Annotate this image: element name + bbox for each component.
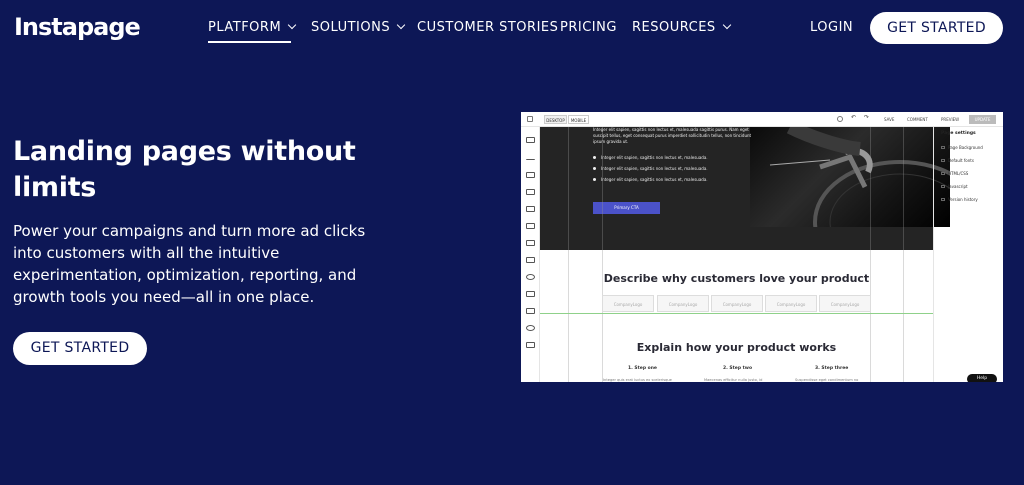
step-title: 1. Step one — [628, 366, 657, 371]
nav-solutions-label: SOLUTIONS — [311, 20, 391, 35]
preview-button[interactable]: PREVIEW — [941, 117, 959, 122]
update-button[interactable]: UPDATE — [969, 115, 996, 124]
preview-bullet: Integer elit sapien, sagittis non lectus… — [593, 177, 708, 182]
redo-icon[interactable]: ↷ — [864, 114, 869, 121]
instapage-logo[interactable]: Instapage — [14, 13, 141, 41]
nav-platform[interactable]: PLATFORM — [208, 20, 297, 35]
step-text: Suspendisse eget condimentum no — [795, 378, 859, 382]
help-circle-icon[interactable] — [837, 116, 843, 122]
top-nav: Instapage PLATFORM SOLUTIONS CUSTOMER ST… — [0, 0, 1024, 56]
html-icon[interactable] — [526, 308, 535, 314]
nav-platform-label: PLATFORM — [208, 20, 282, 35]
image-icon[interactable] — [526, 223, 535, 229]
chevron-down-icon — [287, 20, 297, 30]
settings-icon — [941, 185, 945, 188]
comment-button[interactable]: COMMENT — [907, 117, 928, 122]
button-icon[interactable] — [526, 206, 535, 212]
step-title: 2. Step two — [723, 366, 753, 371]
undo-icon[interactable]: ↶ — [851, 114, 856, 121]
page-settings-heading: Page settings — [941, 131, 976, 136]
circle-icon[interactable] — [526, 274, 535, 280]
company-logo: CompanyLogo — [765, 295, 817, 312]
primary-cta-button[interactable]: Primary CTA — [593, 202, 660, 214]
settings-icon — [941, 198, 945, 201]
company-logo: CompanyLogo — [711, 295, 763, 312]
chevron-down-icon — [396, 20, 406, 30]
login-link[interactable]: LOGIN — [810, 20, 853, 35]
preview-bullet: Integer elit sapien, sagittis non lectus… — [593, 166, 708, 171]
settings-icon — [941, 146, 945, 149]
nav-resources-label: RESOURCES — [632, 20, 716, 35]
nav-active-underline — [208, 41, 291, 43]
settings-icon — [941, 172, 945, 175]
settings-item[interactable]: Version history — [941, 197, 978, 202]
mobile-toggle[interactable]: MOBILE — [568, 115, 589, 124]
preview-paragraph: Integer elit sapien, sagittis non lectus… — [593, 127, 752, 144]
company-logo: CompanyLogo — [602, 295, 654, 312]
step-text: Maecenas efficitur nulla justo, id — [704, 378, 763, 382]
nav-pricing[interactable]: PRICING — [560, 20, 617, 35]
settings-item[interactable]: Default fonts — [941, 158, 974, 163]
paragraph-icon[interactable] — [526, 172, 535, 178]
page-settings-panel: Page settings Page Background Default fo… — [933, 127, 1003, 382]
hero-get-started-button[interactable]: GET STARTED — [13, 332, 147, 365]
alignment-guide — [540, 313, 933, 314]
section-title-how-it-works: Explain how your product works — [636, 341, 837, 354]
nav-solutions[interactable]: SOLUTIONS — [311, 20, 406, 35]
desktop-toggle[interactable]: DESKTOP — [544, 115, 567, 124]
bicycle-image — [769, 127, 950, 227]
chevron-down-icon — [722, 20, 731, 30]
settings-item[interactable]: Page Background — [941, 145, 983, 150]
preview-bullet: Integer elit sapien, sagittis non lectus… — [593, 155, 708, 160]
hero-section-preview: Integer elit sapien, sagittis non lectus… — [540, 127, 950, 250]
nav-customer-stories-label: CUSTOMER STORIES — [417, 20, 559, 35]
nav-pricing-label: PRICING — [560, 20, 617, 35]
settings-item[interactable]: HTML/CSS — [941, 171, 968, 176]
hero-title: Landing pages without limits — [13, 136, 356, 203]
panel-icon — [527, 116, 533, 122]
headline-icon[interactable] — [526, 154, 535, 160]
form-icon[interactable] — [526, 189, 535, 195]
nav-customer-stories[interactable]: CUSTOMER STORIES — [417, 20, 558, 35]
settings-label: HTML/CSS — [948, 171, 969, 176]
settings-label: Version history — [948, 197, 978, 202]
step-title: 3. Step three — [815, 366, 849, 371]
company-logo: CompanyLogo — [657, 295, 709, 312]
box-icon[interactable] — [526, 257, 535, 263]
settings-label: Page Background — [948, 145, 983, 150]
cyclist-photo — [750, 127, 950, 227]
video-icon[interactable] — [526, 240, 535, 246]
column-icon[interactable] — [526, 291, 535, 297]
settings-icon — [941, 159, 945, 162]
nav-get-started-button[interactable]: GET STARTED — [870, 12, 1003, 44]
section-title-customers: Describe why customers love your product — [603, 272, 870, 285]
settings-item[interactable]: Javascript — [941, 184, 968, 189]
nav-resources[interactable]: RESOURCES — [632, 20, 731, 35]
section-icon[interactable] — [526, 137, 535, 143]
editor-sidebar — [521, 127, 540, 382]
editor-toolbar: DESKTOP MOBILE ↶ ↷ SAVE COMMENT PREVIEW … — [521, 112, 1003, 127]
help-button[interactable]: Help — [967, 374, 997, 382]
editor-screenshot: DESKTOP MOBILE ↶ ↷ SAVE COMMENT PREVIEW … — [521, 112, 1003, 382]
hero-description: Power your campaigns and turn more ad cl… — [13, 222, 366, 306]
settings-label: Javascript — [948, 184, 968, 189]
code-icon[interactable] — [526, 342, 535, 348]
step-text: Integer quis erat luctus ex scelerisque — [603, 378, 672, 382]
timer-icon[interactable] — [526, 325, 535, 331]
company-logo: CompanyLogo — [819, 295, 871, 312]
save-button[interactable]: SAVE — [884, 117, 894, 122]
settings-label: Default fonts — [948, 158, 974, 163]
